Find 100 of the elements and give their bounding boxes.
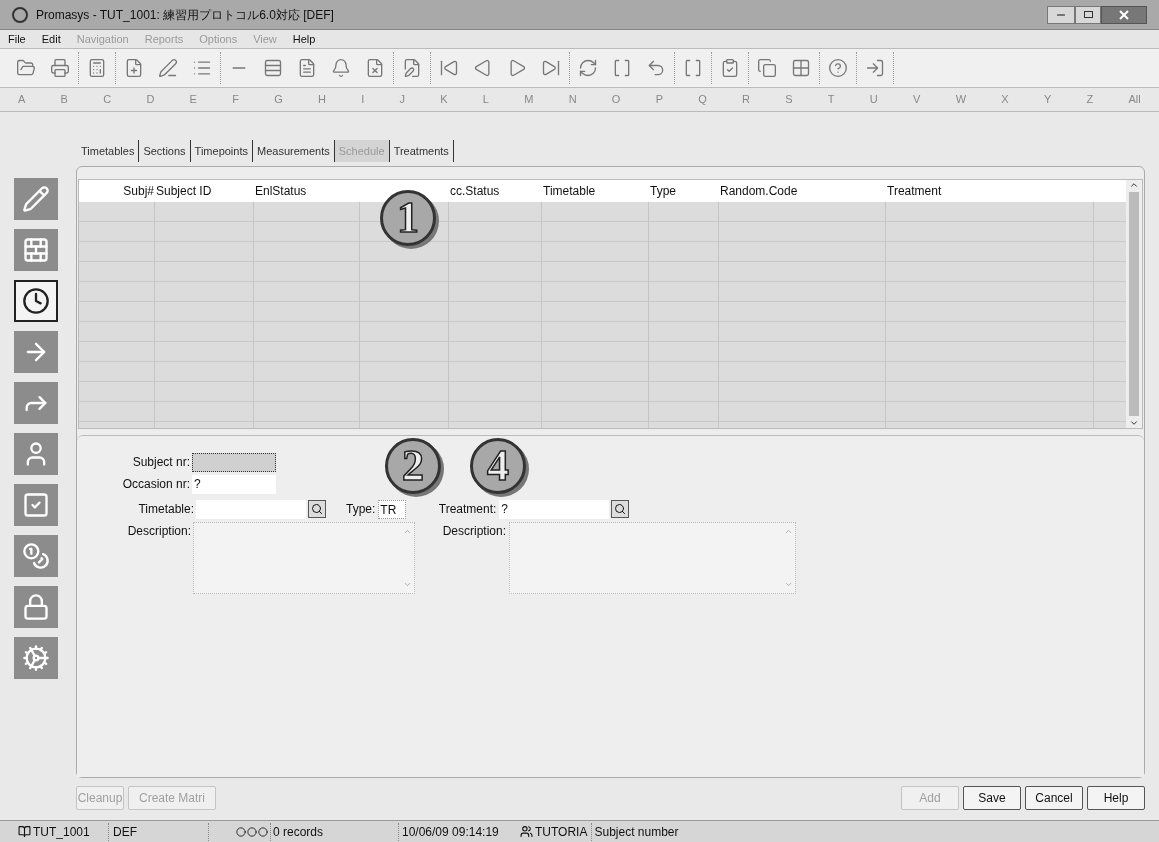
letter-filter-button[interactable]: F — [232, 91, 239, 108]
letter-filter-button[interactable]: X — [1001, 91, 1009, 108]
letter-filter-button[interactable]: B — [60, 91, 68, 108]
tab[interactable]: Timepoints — [190, 140, 253, 162]
column-header[interactable]: Type — [649, 182, 677, 200]
copy-icon[interactable] — [757, 58, 777, 78]
column-header[interactable]: cc.Status — [449, 182, 501, 200]
clipboard-icon[interactable] — [720, 58, 740, 78]
status-message: Subject number — [591, 822, 679, 841]
input-field[interactable] — [192, 452, 276, 472]
search-icon — [614, 503, 627, 515]
tab[interactable]: Measurements — [253, 140, 335, 162]
pen-icon[interactable] — [158, 58, 178, 78]
vertical-scrollbar[interactable] — [1126, 180, 1142, 428]
letter-filter-button[interactable]: W — [955, 91, 967, 108]
first-record-icon[interactable] — [439, 58, 459, 78]
column-header[interactable]: Random.Code — [719, 182, 799, 200]
letter-filter-button[interactable]: M — [524, 91, 534, 108]
letter-filter-button[interactable]: P — [655, 91, 663, 108]
document-icon[interactable] — [297, 58, 317, 78]
user-icon — [520, 825, 533, 838]
status-datetime: 10/06/09 09:14:19 — [398, 822, 520, 841]
letter-filter-button[interactable]: D — [146, 91, 155, 108]
letter-filter-button[interactable]: I — [361, 91, 365, 108]
folder-icon[interactable] — [16, 58, 36, 78]
letter-filter-button[interactable]: Y — [1043, 91, 1052, 108]
checkbox-icon — [22, 491, 50, 519]
field-label: Type: — [346, 501, 377, 518]
pencil-icon — [22, 185, 50, 213]
next-record-icon[interactable] — [507, 58, 527, 78]
last-record-icon[interactable] — [541, 58, 561, 78]
column-header[interactable]: EnlStatus — [254, 182, 308, 200]
menu-item[interactable]: Edit — [41, 30, 61, 48]
sidebar-button[interactable] — [14, 280, 58, 322]
tab[interactable]: Treatments — [389, 140, 454, 162]
rows-icon[interactable] — [263, 58, 283, 78]
coins-icon — [22, 542, 50, 570]
bell-icon[interactable] — [331, 58, 351, 78]
help-icon[interactable] — [828, 58, 848, 78]
menu-item[interactable]: File — [8, 30, 26, 48]
brackets-icon[interactable] — [683, 58, 703, 78]
dialog-button[interactable]: Help — [1087, 786, 1145, 810]
letter-filter-button[interactable]: K — [440, 91, 448, 108]
letter-filter-button[interactable]: N — [568, 91, 577, 108]
field-label: Description: — [126, 523, 192, 540]
field-label: Treatment: — [437, 501, 498, 518]
status-lights-icon — [236, 826, 268, 837]
grid-icon[interactable] — [791, 58, 811, 78]
add-record-icon[interactable] — [124, 58, 144, 78]
letter-filter-button[interactable]: Q — [698, 91, 707, 108]
letter-filter-button[interactable]: R — [742, 91, 750, 108]
refresh-icon[interactable] — [578, 58, 598, 78]
column-header[interactable]: Treatment — [886, 182, 943, 200]
column-header[interactable]: Subj# — [122, 182, 155, 200]
clock-icon — [22, 287, 50, 315]
input-field[interactable]: TR — [378, 499, 407, 519]
input-field[interactable]: ? — [499, 499, 610, 519]
dialog-button[interactable]: Save — [963, 786, 1021, 810]
tab[interactable]: Timetables — [77, 140, 140, 162]
letter-filter-button[interactable]: Z — [1086, 91, 1094, 108]
calculator-icon[interactable] — [87, 58, 107, 78]
delete-document-icon[interactable] — [365, 58, 385, 78]
letter-filter-button[interactable]: T — [827, 91, 835, 108]
close-button[interactable] — [1101, 5, 1147, 24]
scroll-up-icon[interactable] — [1129, 180, 1139, 190]
brick-wall-icon — [22, 236, 50, 264]
previous-record-icon[interactable] — [473, 58, 493, 78]
letter-filter-button[interactable]: G — [274, 91, 283, 108]
tab[interactable]: Schedule — [334, 140, 390, 162]
column-header[interactable]: Subject ID — [155, 182, 213, 200]
scroll-down-icon[interactable] — [1129, 418, 1139, 428]
lookup-button[interactable] — [308, 500, 326, 518]
tab[interactable]: Sections — [139, 140, 191, 162]
letter-filter-button[interactable]: C — [103, 91, 112, 108]
letter-filter-button[interactable]: S — [785, 91, 793, 108]
printer-icon[interactable] — [50, 58, 70, 78]
lookup-button[interactable] — [611, 500, 630, 518]
column-header[interactable]: Timetable — [542, 182, 597, 200]
letter-filter-button[interactable]: U — [869, 91, 878, 108]
protocol-icon — [18, 825, 31, 838]
letter-filter-button[interactable]: E — [189, 91, 197, 108]
field-label: Subject nr: — [131, 454, 191, 471]
input-field[interactable]: ? — [192, 474, 276, 494]
letter-filter-button[interactable]: H — [318, 91, 326, 108]
maximize-button[interactable] — [1075, 5, 1101, 24]
menu-item[interactable]: Help — [292, 30, 316, 48]
letter-filter-button[interactable]: L — [482, 91, 489, 108]
status-protocol: TUT_1001 — [33, 823, 90, 841]
letter-filter-button[interactable]: J — [399, 91, 405, 108]
exit-icon[interactable] — [865, 58, 885, 78]
letter-filter-button[interactable]: All — [1128, 91, 1141, 108]
field-label: Timetable: — [137, 501, 195, 518]
letter-filter-button[interactable]: O — [611, 91, 621, 108]
window-title: Promasys - TUT_1001: 練習用プロトコル6.0対応 [DEF] — [36, 6, 334, 24]
edit-document-icon[interactable] — [402, 58, 422, 78]
dialog-button[interactable]: Cancel — [1025, 786, 1083, 810]
letter-filter-button[interactable]: V — [913, 91, 921, 108]
undo-icon[interactable] — [646, 58, 666, 78]
brackets-icon[interactable] — [612, 58, 632, 78]
letter-filter-button[interactable]: A — [18, 91, 26, 108]
